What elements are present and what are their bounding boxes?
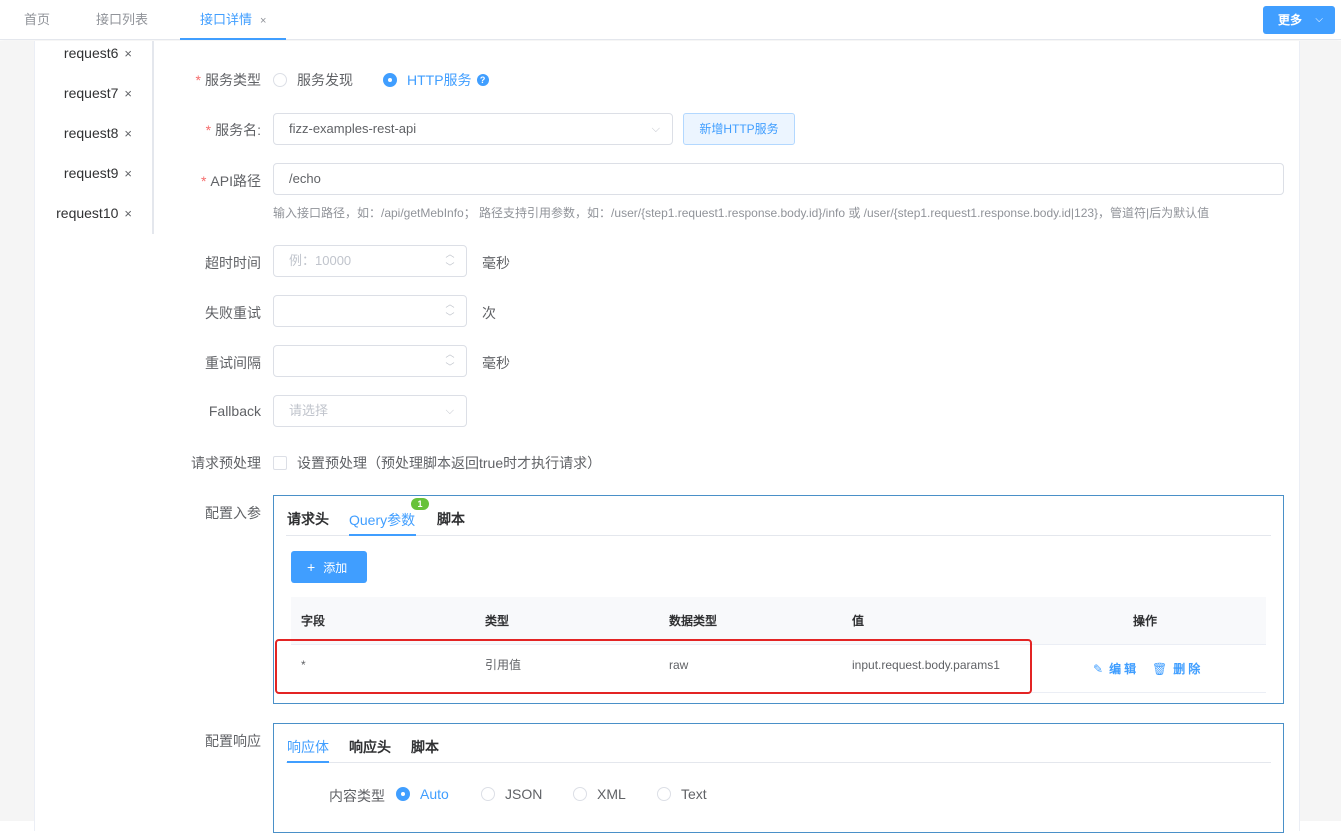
- radio-xml[interactable]: XML: [573, 786, 626, 802]
- input-config-label: 配置入参: [205, 505, 261, 521]
- radio-icon: [481, 787, 495, 801]
- count-badge: 1: [411, 498, 429, 510]
- tab-response-body[interactable]: 响应体: [287, 737, 329, 757]
- tab-divider: [286, 762, 1271, 763]
- tab-response-script[interactable]: 脚本: [411, 737, 439, 757]
- add-http-service-button[interactable]: 新增HTTP服务: [683, 113, 795, 145]
- column-header: 值: [852, 614, 865, 628]
- delete-link[interactable]: 🗑 删除: [1152, 645, 1203, 693]
- chevron-down-icon: ⌵: [1315, 14, 1323, 25]
- radio-http-service[interactable]: HTTP服务?: [383, 70, 489, 90]
- fallback-label: Fallback: [208, 403, 261, 419]
- plus-icon: +: [307, 559, 316, 575]
- retry-interval-input[interactable]: ︿ ﹀: [273, 345, 467, 377]
- request-item[interactable]: request10 ×: [56, 205, 132, 221]
- content-type-label: 内容类型: [329, 788, 385, 804]
- request-list: request6 × request7 × request8 × request9 × …: [34, 41, 154, 234]
- column-header: 数据类型: [669, 614, 718, 628]
- timeout-unit: 毫秒: [482, 255, 510, 271]
- edit-icon: ✎: [1093, 662, 1104, 676]
- highlight-box: [275, 639, 1032, 694]
- fallback-select[interactable]: 请选择 ⌵: [273, 395, 467, 427]
- close-icon[interactable]: ×: [124, 166, 132, 181]
- radio-text[interactable]: Text: [657, 786, 707, 802]
- tab-script[interactable]: 脚本: [437, 509, 465, 529]
- more-button[interactable]: 更多 ⌵: [1263, 6, 1335, 34]
- chevron-down-icon: ⌵: [445, 405, 454, 417]
- stepper-icon[interactable]: ︿ ﹀: [444, 248, 456, 274]
- add-param-button[interactable]: + 添加: [291, 551, 367, 583]
- tab-divider: [286, 535, 1271, 536]
- tab-api-list[interactable]: 接口列表: [96, 0, 148, 40]
- trash-icon: 🗑: [1152, 662, 1168, 676]
- api-path-hint: 输入接口路径，如：/api/getMebInfo； 路径支持引用参数，如：/us…: [273, 206, 1210, 220]
- timeout-input[interactable]: 例：10000 ︿ ﹀: [273, 245, 467, 277]
- close-icon[interactable]: ×: [124, 206, 132, 221]
- edit-link[interactable]: ✎ 编辑: [1093, 645, 1139, 693]
- content-card: [34, 41, 1300, 831]
- timeout-label: 超时时间: [205, 255, 261, 271]
- close-icon[interactable]: ×: [124, 126, 132, 141]
- service-type-label: * 服务类型: [195, 72, 261, 88]
- tab-api-detail[interactable]: 接口详情 ×: [180, 0, 287, 40]
- chevron-down-icon: ⌵: [651, 123, 660, 135]
- retry-count-input[interactable]: ︿ ﹀: [273, 295, 467, 327]
- tab-response-headers[interactable]: 响应头: [349, 737, 391, 757]
- radio-checked-icon: [396, 787, 410, 801]
- api-path-input[interactable]: /echo: [273, 163, 1284, 195]
- service-name-label: * 服务名:: [205, 122, 261, 138]
- radio-icon: [573, 787, 587, 801]
- preprocess-checkbox[interactable]: 设置预处理（预处理脚本返回true时才执行请求）: [273, 453, 601, 473]
- request-item[interactable]: request8 ×: [64, 125, 132, 141]
- preprocess-label: 请求预处理: [191, 455, 261, 471]
- column-header: 字段: [301, 614, 326, 628]
- request-item[interactable]: request9 ×: [64, 165, 132, 181]
- help-icon[interactable]: ?: [476, 74, 489, 86]
- radio-icon: [273, 73, 287, 87]
- api-path-label: * API路径: [200, 173, 261, 189]
- radio-json[interactable]: JSON: [481, 786, 542, 802]
- close-icon[interactable]: ×: [260, 15, 266, 27]
- radio-service-discovery[interactable]: 服务发现: [273, 70, 353, 90]
- stepper-icon[interactable]: ︿ ﹀: [444, 348, 456, 374]
- retry-interval-label: 重试间隔: [205, 355, 261, 371]
- radio-auto[interactable]: Auto: [396, 786, 449, 802]
- close-icon[interactable]: ×: [124, 46, 132, 61]
- top-tab-bar: 首页 接口列表 接口详情 × 更多 ⌵: [0, 0, 1341, 40]
- retry-interval-unit: 毫秒: [482, 355, 510, 371]
- column-header: 类型: [485, 614, 510, 628]
- radio-icon: [657, 787, 671, 801]
- column-header: 操作: [1133, 614, 1158, 628]
- request-item[interactable]: request7 ×: [64, 85, 132, 101]
- service-name-select[interactable]: fizz-examples-rest-api ⌵: [273, 113, 673, 145]
- response-config-label: 配置响应: [205, 733, 261, 749]
- active-tab-indicator: [287, 761, 329, 763]
- tab-home[interactable]: 首页: [24, 0, 50, 40]
- tab-query-params[interactable]: Query参数: [349, 510, 415, 530]
- active-tab-indicator: [349, 534, 416, 536]
- checkbox-icon: [273, 456, 287, 470]
- stepper-icon[interactable]: ︿ ﹀: [444, 298, 456, 324]
- retry-count-unit: 次: [482, 305, 496, 321]
- table-header: 字段 类型 数据类型 值 操作: [291, 597, 1266, 645]
- retry-count-label: 失败重试: [205, 305, 261, 321]
- radio-checked-icon: [383, 73, 397, 87]
- close-icon[interactable]: ×: [124, 86, 132, 101]
- request-item[interactable]: request6 ×: [64, 45, 132, 61]
- tab-request-headers[interactable]: 请求头: [287, 509, 329, 529]
